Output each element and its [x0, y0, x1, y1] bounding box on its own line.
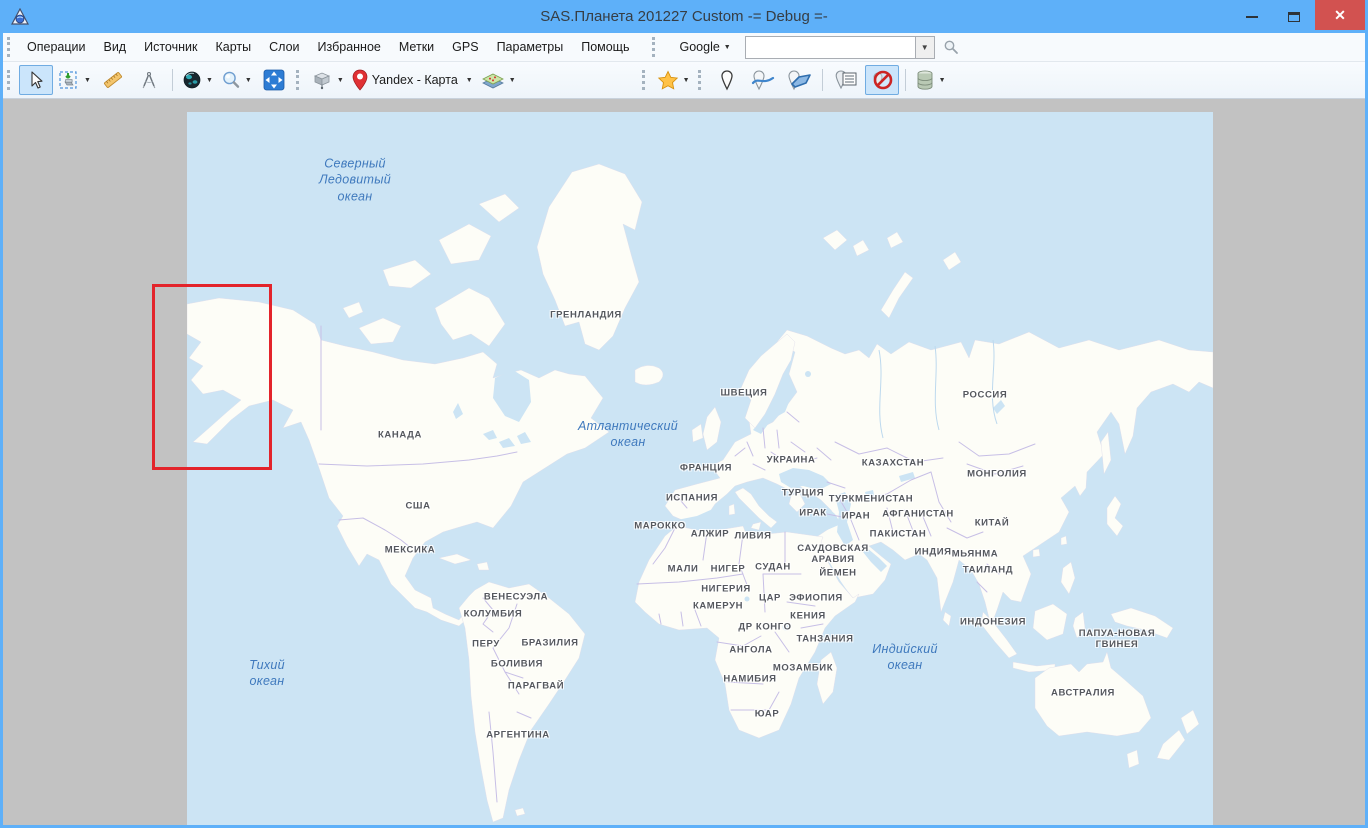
prohibition-icon — [870, 69, 894, 91]
search-input[interactable] — [746, 37, 915, 58]
database-icon — [915, 69, 935, 91]
add-path-button[interactable] — [746, 65, 780, 95]
menu-item-3[interactable]: Источник — [135, 33, 206, 61]
cache-storage-button[interactable]: ▼ — [912, 65, 949, 95]
search-combobox[interactable]: ▼ — [745, 36, 935, 59]
map-view[interactable]: Северный Ледовитый океанАтлантический ок… — [187, 112, 1213, 825]
path-tool-icon — [751, 69, 775, 91]
world-map[interactable] — [187, 112, 1213, 825]
toolbar-gripper-4[interactable] — [698, 70, 704, 90]
cache-scanner-button[interactable]: ▼ — [308, 65, 347, 95]
layers-icon — [481, 70, 505, 90]
map-pin-icon — [352, 69, 368, 91]
map-source-button[interactable]: Yandex - Карта ▼ — [349, 65, 476, 95]
selection-manager-button[interactable]: ▼ — [55, 65, 94, 95]
selection-rectangle[interactable] — [152, 284, 272, 470]
menu-item-6[interactable]: Избранное — [309, 33, 390, 61]
toolbar-separator — [822, 69, 823, 91]
cursor-icon — [26, 70, 46, 90]
zoom-tool-button[interactable]: ▼ — [218, 65, 255, 95]
chevron-down-icon: ▼ — [466, 77, 473, 84]
selection-tool-icon — [58, 70, 80, 90]
menu-item-4[interactable]: Карты — [206, 33, 260, 61]
hide-placemarks-button[interactable] — [865, 65, 899, 95]
layers-button[interactable]: ▼ — [478, 65, 519, 95]
titlebar[interactable]: SAS.Планета 201227 Custom -= Debug =- ✕ — [3, 0, 1365, 33]
chevron-down-icon: ▼ — [84, 77, 91, 84]
ruler-tool-button[interactable] — [96, 65, 130, 95]
add-polygon-button[interactable] — [782, 65, 816, 95]
map-source-label: Yandex - Карта — [372, 73, 458, 87]
distance-calc-button[interactable] — [132, 65, 166, 95]
menu-items: ОперацииВидИсточникКартыСлоиИзбранноеМет… — [18, 33, 638, 61]
chevron-down-icon: ▼ — [921, 43, 929, 52]
menu-item-9[interactable]: Параметры — [488, 33, 573, 61]
menu-item-8[interactable]: GPS — [443, 33, 487, 61]
add-placemark-button[interactable] — [710, 65, 744, 95]
toolbar: ▼ — [3, 62, 1365, 99]
search-provider-label: Google — [679, 40, 719, 54]
menu-item-7[interactable]: Метки — [390, 33, 443, 61]
menu-item-1[interactable]: Операции — [18, 33, 94, 61]
toolbar-separator — [905, 69, 906, 91]
placemark-manager-button[interactable] — [829, 65, 863, 95]
toolbar-gripper-1[interactable] — [7, 70, 13, 90]
search-go-button[interactable] — [943, 39, 959, 55]
menubar-gripper[interactable] — [7, 37, 13, 57]
search-provider-button[interactable]: Google ▼ — [673, 38, 736, 56]
search-combo-dropdown-button[interactable]: ▼ — [915, 37, 934, 58]
globe-icon — [182, 70, 202, 90]
placemark-icon — [719, 69, 735, 91]
toolbar-gripper-2[interactable] — [296, 70, 302, 90]
menu-item-2[interactable]: Вид — [94, 33, 135, 61]
chevron-down-icon: ▼ — [683, 77, 690, 84]
fullscreen-icon — [263, 69, 285, 91]
toolbar-separator — [172, 69, 173, 91]
chevron-down-icon: ▼ — [245, 77, 252, 84]
chevron-down-icon: ▼ — [724, 44, 731, 51]
star-icon — [657, 70, 679, 90]
menu-item-5[interactable]: Слои — [260, 33, 308, 61]
ruler-icon — [102, 70, 124, 90]
compass-divider-icon — [139, 70, 159, 90]
placemark-list-icon — [834, 69, 858, 91]
app-window: SAS.Планета 201227 Custom -= Debug =- ✕ … — [0, 0, 1368, 828]
menubar: ОперацииВидИсточникКартыСлоиИзбранноеМет… — [3, 33, 1365, 62]
toolbar-gripper-3[interactable] — [642, 70, 648, 90]
move-map-tool-button[interactable] — [19, 65, 53, 95]
chevron-down-icon: ▼ — [206, 77, 213, 84]
menu-item-10[interactable]: Помощь — [572, 33, 638, 61]
goto-place-button[interactable]: ▼ — [179, 65, 216, 95]
search-toolbar-gripper[interactable] — [652, 37, 658, 57]
polygon-tool-icon — [786, 69, 812, 91]
chevron-down-icon: ▼ — [337, 77, 344, 84]
window-title: SAS.Планета 201227 Custom -= Debug =- — [3, 8, 1365, 25]
favorites-button[interactable]: ▼ — [654, 65, 693, 95]
chevron-down-icon: ▼ — [509, 77, 516, 84]
magnifier-icon — [221, 70, 241, 90]
chevron-down-icon: ▼ — [939, 77, 946, 84]
scanner-box-icon — [311, 70, 333, 90]
search-icon — [943, 39, 959, 55]
workspace: Северный Ледовитый океанАтлантический ок… — [3, 99, 1365, 825]
search-bar: Google ▼ ▼ — [673, 36, 958, 59]
fullscreen-button[interactable] — [257, 65, 291, 95]
